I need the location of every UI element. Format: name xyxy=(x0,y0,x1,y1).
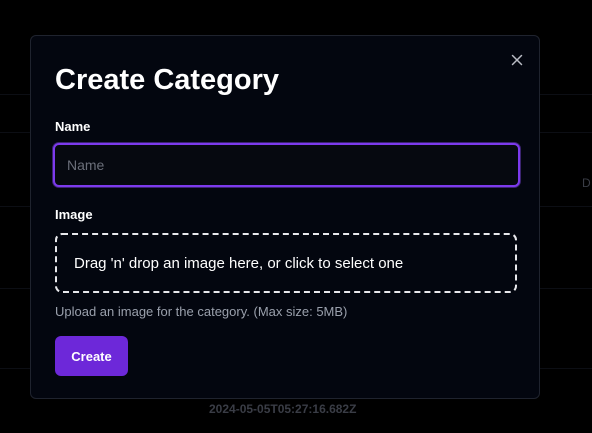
image-dropzone[interactable]: Drag 'n' drop an image here, or click to… xyxy=(55,233,517,293)
image-label: Image xyxy=(55,207,93,222)
create-button[interactable]: Create xyxy=(55,336,128,376)
name-input[interactable] xyxy=(53,143,520,187)
close-button[interactable] xyxy=(509,52,525,68)
dialog-title: Create Category xyxy=(55,64,280,96)
background-cell-text: D xyxy=(582,176,591,190)
background-timestamp: 2024-05-05T05:27:16.682Z xyxy=(209,402,357,416)
dropzone-text: Drag 'n' drop an image here, or click to… xyxy=(74,254,404,272)
create-category-dialog: Create Category Name Image Drag 'n' drop… xyxy=(30,35,540,399)
name-label: Name xyxy=(55,119,91,134)
close-icon xyxy=(511,54,523,66)
image-helper-text: Upload an image for the category. (Max s… xyxy=(55,304,348,319)
